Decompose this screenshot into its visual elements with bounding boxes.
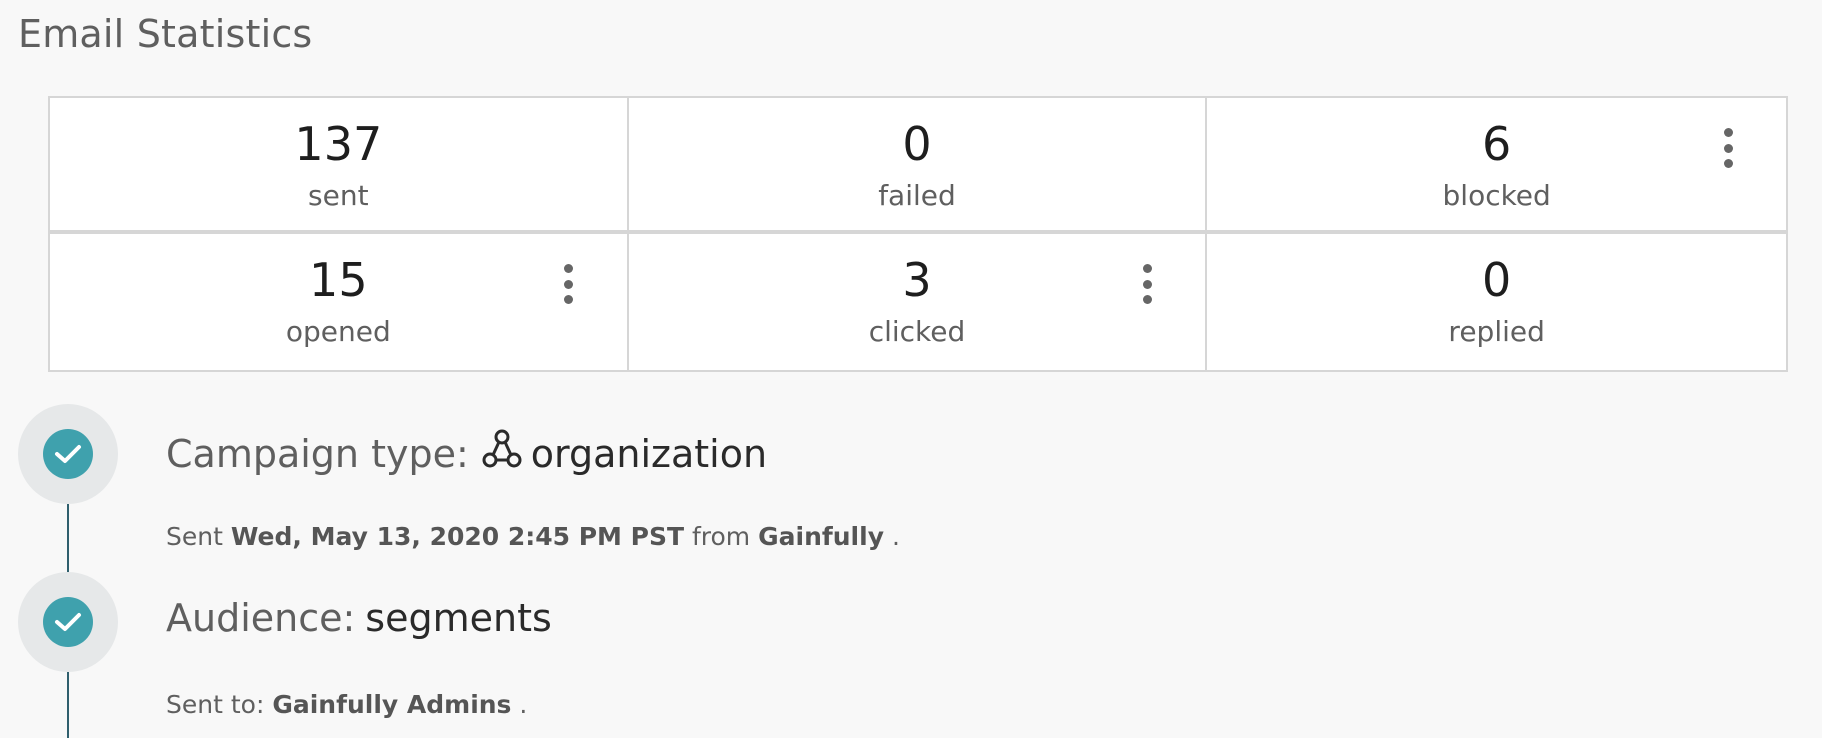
stat-value: 15: [309, 253, 368, 307]
kebab-menu-icon[interactable]: [1720, 128, 1736, 168]
stat-opened: 15 opened: [50, 234, 629, 370]
stat-sent: 137 sent: [50, 98, 629, 234]
organization-icon: [481, 428, 523, 479]
audience-label: Audience:: [166, 596, 356, 640]
check-icon: [43, 597, 93, 647]
sentence-end: .: [519, 690, 528, 719]
sent-to-info: Sent to: Gainfully Admins .: [166, 690, 527, 719]
sent-prefix: Sent: [166, 522, 223, 551]
campaign-type-heading: Campaign type: organization: [166, 428, 767, 479]
audience-value: segments: [365, 596, 552, 640]
from-word: from: [691, 522, 751, 551]
sender-name: Gainfully: [758, 522, 884, 551]
stat-label: failed: [878, 179, 956, 212]
audience-name: Gainfully Admins: [272, 690, 512, 719]
check-icon: [43, 429, 93, 479]
stat-label: replied: [1448, 315, 1545, 348]
stat-label: sent: [308, 179, 369, 212]
stat-value: 0: [902, 117, 932, 171]
stat-value: 137: [294, 117, 383, 171]
sent-to-prefix: Sent to:: [166, 690, 265, 719]
kebab-menu-icon[interactable]: [561, 264, 577, 304]
email-statistics-page: Email Statistics 137 sent 0 failed 6 blo…: [0, 0, 1822, 738]
step-status: [18, 572, 118, 672]
campaign-type-value: organization: [530, 431, 768, 476]
timeline-connector: [67, 504, 69, 574]
stat-value: 3: [902, 253, 932, 307]
sentence-end: .: [891, 522, 900, 551]
stat-label: opened: [285, 315, 391, 348]
audience-heading: Audience: segments: [166, 596, 552, 640]
stat-failed: 0 failed: [628, 98, 1208, 234]
stat-value: 0: [1482, 253, 1512, 307]
sent-date: Wed, May 13, 2020 2:45 PM PST: [230, 522, 685, 551]
step-status: [18, 404, 118, 504]
campaign-type-label: Campaign type:: [166, 431, 469, 476]
sent-info: Sent Wed, May 13, 2020 2:45 PM PST from …: [166, 522, 900, 551]
kebab-menu-icon[interactable]: [1139, 264, 1155, 304]
timeline-connector: [67, 672, 69, 738]
stat-clicked: 3 clicked: [629, 234, 1208, 370]
stat-label: blocked: [1442, 179, 1551, 212]
stat-replied: 0 replied: [1207, 234, 1786, 370]
section-title: Email Statistics: [18, 12, 313, 56]
stats-grid: 137 sent 0 failed 6 blocked 15 opened 3 …: [48, 96, 1788, 372]
stat-value: 6: [1482, 117, 1512, 171]
stat-label: clicked: [868, 315, 966, 348]
stat-blocked: 6 blocked: [1207, 98, 1786, 234]
